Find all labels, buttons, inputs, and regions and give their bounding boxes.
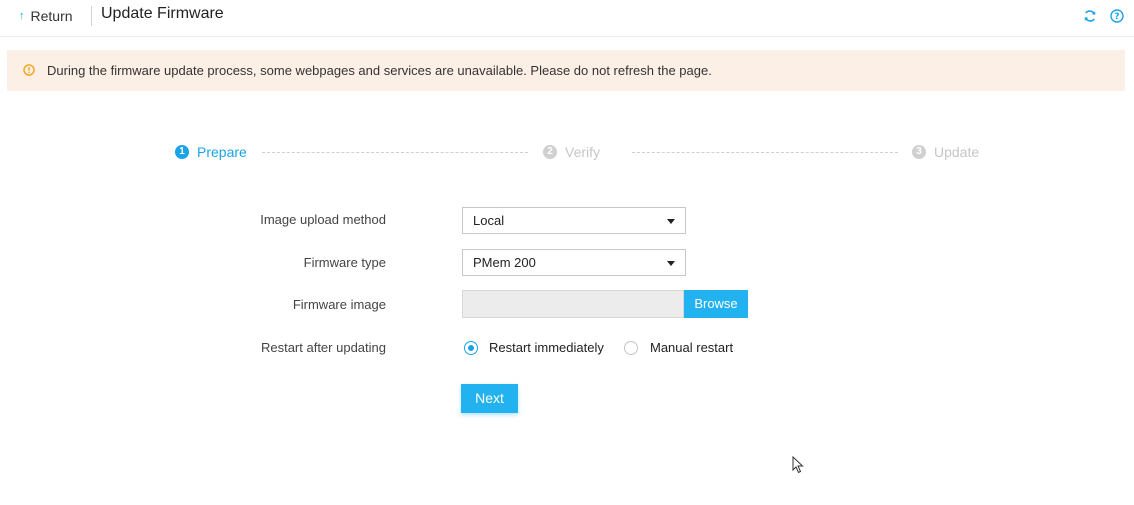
step-label: Verify (565, 144, 601, 160)
step-verify: 2 Verify (543, 144, 600, 160)
upload-method-select[interactable]: Local (462, 207, 686, 234)
upload-method-label: Image upload method (260, 212, 386, 227)
restart-immediately-label[interactable]: Restart immediately (489, 340, 604, 355)
update-notice-banner: During the firmware update process, some… (7, 50, 1125, 91)
firmware-image-label: Firmware image (292, 297, 386, 312)
return-arrow-icon: ↑ (19, 10, 25, 22)
next-button[interactable]: Next (461, 384, 518, 413)
step-connector (262, 152, 528, 153)
step-number: 3 (912, 145, 926, 159)
step-prepare: 1 Prepare (175, 144, 247, 160)
svg-text:?: ? (1114, 12, 1119, 22)
help-icon[interactable]: ? (1110, 9, 1124, 23)
manual-restart-label[interactable]: Manual restart (650, 340, 733, 355)
step-update: 3 Update (912, 144, 979, 160)
step-number: 2 (543, 145, 557, 159)
firmware-type-select[interactable]: PMem 200 (462, 249, 686, 276)
page-title: Update Firmware (101, 5, 224, 22)
refresh-icon[interactable] (1083, 9, 1097, 23)
return-link[interactable]: ↑ Return (19, 8, 73, 24)
manual-restart-radio[interactable] (624, 341, 638, 355)
restart-label: Restart after updating (260, 340, 386, 355)
browse-button[interactable]: Browse (684, 290, 748, 318)
restart-immediately-radio[interactable] (464, 341, 478, 355)
firmware-image-input[interactable] (462, 290, 684, 318)
header-divider (91, 6, 92, 26)
mouse-cursor-icon (792, 456, 804, 474)
chevron-down-icon (667, 261, 675, 266)
step-label: Prepare (197, 144, 247, 160)
notice-text: During the firmware update process, some… (47, 63, 712, 78)
upload-method-value: Local (473, 213, 505, 228)
warning-icon (23, 64, 35, 76)
step-number: 1 (175, 145, 189, 159)
step-connector (632, 152, 898, 153)
firmware-type-label: Firmware type (303, 255, 386, 270)
step-label: Update (934, 144, 980, 160)
return-label: Return (30, 8, 73, 24)
top-bar: ↑ Return Update Firmware ? (0, 0, 1134, 37)
chevron-down-icon (667, 219, 675, 224)
firmware-type-value: PMem 200 (473, 255, 536, 270)
